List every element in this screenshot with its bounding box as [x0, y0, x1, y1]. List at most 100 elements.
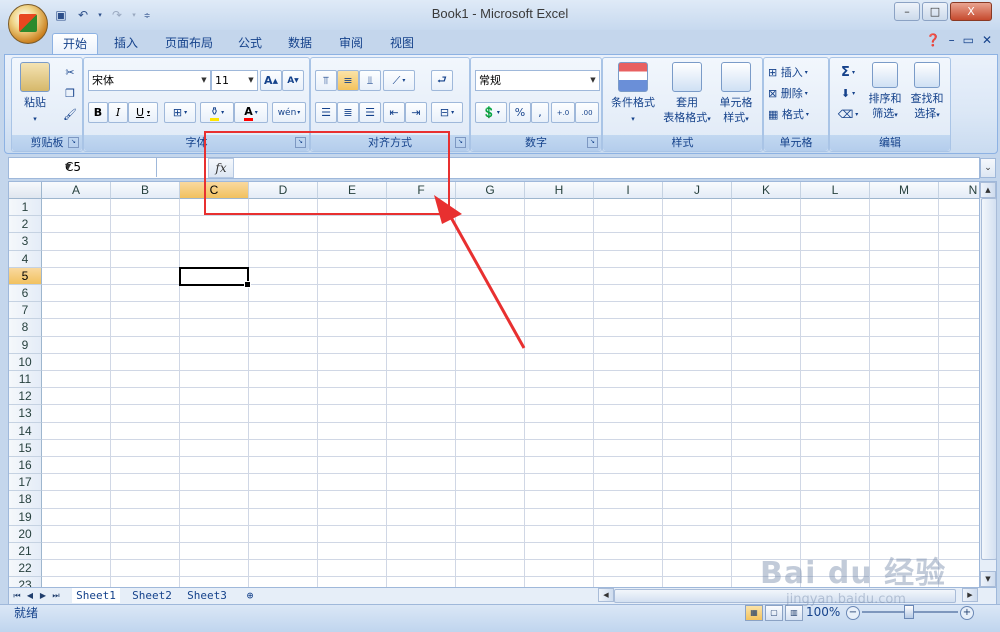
- font-name-combo[interactable]: 宋体 ▼: [88, 70, 211, 91]
- prev-sheet-icon[interactable]: ◀: [24, 588, 36, 604]
- number-format-combo[interactable]: 常规 ▼: [475, 70, 600, 91]
- borders-button[interactable]: ⊞ ▾: [164, 102, 196, 123]
- row-header-2[interactable]: 2: [9, 216, 42, 234]
- sort-filter-button[interactable]: 排序和 筛选▾: [864, 62, 906, 123]
- tab-review[interactable]: 审阅: [329, 33, 373, 54]
- column-header-l[interactable]: L: [801, 182, 870, 199]
- worksheet-grid[interactable]: ABCDEFGHIJKLMN 1 2 3 4 5 6 7 8 9 10 11 12 13 14 15 16 17…: [8, 181, 980, 588]
- align-top-button[interactable]: ⫪: [315, 70, 337, 91]
- ribbon-restore-icon[interactable]: ▭: [963, 33, 974, 47]
- row-header-3[interactable]: 3: [9, 233, 42, 251]
- next-sheet-icon[interactable]: ▶: [37, 588, 49, 604]
- row-header-14[interactable]: 14: [9, 422, 42, 440]
- underline-button[interactable]: U ▾: [128, 102, 158, 123]
- sheet-tab-sheet2[interactable]: Sheet2: [127, 588, 177, 603]
- last-sheet-icon[interactable]: ⏭: [50, 588, 62, 604]
- active-cell[interactable]: [179, 266, 249, 286]
- align-left-button[interactable]: ☰: [315, 102, 337, 123]
- name-box[interactable]: C5 ▼: [8, 157, 157, 177]
- row-header-11[interactable]: 11: [9, 371, 42, 389]
- alignment-launcher-icon[interactable]: ↘: [455, 137, 466, 148]
- bold-button[interactable]: B: [88, 102, 108, 123]
- tab-data[interactable]: 数据: [278, 33, 322, 54]
- column-header-a[interactable]: A: [42, 182, 111, 199]
- row-header-1[interactable]: 1: [9, 199, 42, 217]
- format-as-table-button[interactable]: 套用 表格格式▾: [659, 62, 715, 127]
- column-header-i[interactable]: I: [594, 182, 663, 199]
- expand-formula-bar-icon[interactable]: ⌄: [980, 158, 996, 178]
- insert-sheet-icon[interactable]: ⊕: [239, 588, 261, 603]
- clipboard-launcher-icon[interactable]: ↘: [68, 137, 79, 148]
- percent-button[interactable]: %: [509, 102, 531, 123]
- row-header-7[interactable]: 7: [9, 302, 42, 320]
- align-bottom-button[interactable]: ⫫: [359, 70, 381, 91]
- column-header-k[interactable]: K: [732, 182, 801, 199]
- fill-handle[interactable]: [244, 281, 251, 288]
- row-header-15[interactable]: 15: [9, 439, 42, 457]
- copy-icon[interactable]: ❐: [60, 83, 80, 103]
- italic-button[interactable]: I: [108, 102, 128, 123]
- align-middle-button[interactable]: ≡: [337, 70, 359, 91]
- comma-style-button[interactable]: ,: [531, 102, 549, 123]
- column-header-b[interactable]: B: [111, 182, 180, 199]
- column-header-m[interactable]: M: [870, 182, 939, 199]
- column-header-n[interactable]: N: [939, 182, 979, 199]
- font-size-combo[interactable]: 11 ▼: [211, 70, 258, 91]
- row-header-8[interactable]: 8: [9, 319, 42, 337]
- ribbon-minimize-icon[interactable]: –: [949, 33, 955, 47]
- row-header-4[interactable]: 4: [9, 250, 42, 268]
- number-launcher-icon[interactable]: ↘: [587, 137, 598, 148]
- row-header-22[interactable]: 22: [9, 560, 42, 578]
- row-header-6[interactable]: 6: [9, 285, 42, 303]
- row-header-20[interactable]: 20: [9, 525, 42, 543]
- column-header-h[interactable]: H: [525, 182, 594, 199]
- zoom-in-icon[interactable]: +: [960, 606, 974, 620]
- scroll-left-icon[interactable]: ◀: [598, 588, 614, 602]
- increase-indent-button[interactable]: ⇥: [405, 102, 427, 123]
- first-sheet-icon[interactable]: ⏮: [11, 588, 23, 604]
- format-cells-button[interactable]: ▦ 格式 ▾: [767, 104, 827, 124]
- tab-view[interactable]: 视图: [380, 33, 424, 54]
- decrease-indent-button[interactable]: ⇤: [383, 102, 405, 123]
- select-all-corner[interactable]: [9, 182, 42, 199]
- orientation-button[interactable]: ⟋ ▾: [383, 70, 415, 91]
- ribbon-close-icon[interactable]: ✕: [982, 33, 992, 47]
- align-right-button[interactable]: ☰: [359, 102, 381, 123]
- grow-font-button[interactable]: A ▲: [260, 70, 282, 91]
- row-header-19[interactable]: 19: [9, 508, 42, 526]
- phonetic-button[interactable]: wén ▾: [272, 102, 306, 123]
- maximize-button[interactable]: □: [922, 2, 948, 21]
- office-button[interactable]: [8, 4, 48, 44]
- merge-center-button[interactable]: ⊟ ▾: [431, 102, 463, 123]
- shrink-font-button[interactable]: A ▼: [282, 70, 304, 91]
- column-header-g[interactable]: G: [456, 182, 525, 199]
- row-header-12[interactable]: 12: [9, 388, 42, 406]
- help-icon[interactable]: ❓: [926, 33, 941, 47]
- decrease-decimal-button[interactable]: .00: [575, 102, 599, 123]
- accounting-format-button[interactable]: 💲 ▾: [475, 102, 507, 123]
- format-painter-icon[interactable]: 🖌: [60, 104, 80, 124]
- vertical-scroll-thumb[interactable]: [981, 198, 997, 560]
- insert-cells-button[interactable]: ⊞ 插入 ▾: [767, 62, 827, 82]
- row-header-16[interactable]: 16: [9, 457, 42, 475]
- row-header-17[interactable]: 17: [9, 474, 42, 492]
- wrap-text-button[interactable]: ⮐: [431, 70, 453, 91]
- zoom-slider-thumb[interactable]: [904, 605, 914, 619]
- tab-page-layout[interactable]: 页面布局: [155, 33, 223, 54]
- align-center-button[interactable]: ≣: [337, 102, 359, 123]
- paste-button[interactable]: 粘贴 ▾: [15, 62, 55, 127]
- scroll-down-icon[interactable]: ▼: [980, 571, 996, 587]
- row-header-5[interactable]: 5: [9, 267, 42, 285]
- zoom-out-icon[interactable]: −: [846, 606, 860, 620]
- scroll-right-icon[interactable]: ▶: [962, 588, 978, 602]
- clear-button[interactable]: ⌫ ▾: [833, 104, 863, 124]
- page-layout-view-icon[interactable]: ▢: [765, 605, 783, 621]
- find-select-button[interactable]: 查找和 选择▾: [906, 62, 948, 123]
- increase-decimal-button[interactable]: +.0: [551, 102, 575, 123]
- row-header-21[interactable]: 21: [9, 543, 42, 561]
- scroll-up-icon[interactable]: ▲: [980, 182, 996, 198]
- cut-icon[interactable]: ✂: [60, 62, 80, 82]
- delete-cells-button[interactable]: ⊠ 删除 ▾: [767, 83, 827, 103]
- normal-view-icon[interactable]: ▦: [745, 605, 763, 621]
- conditional-formatting-button[interactable]: 条件格式 ▾: [605, 62, 661, 127]
